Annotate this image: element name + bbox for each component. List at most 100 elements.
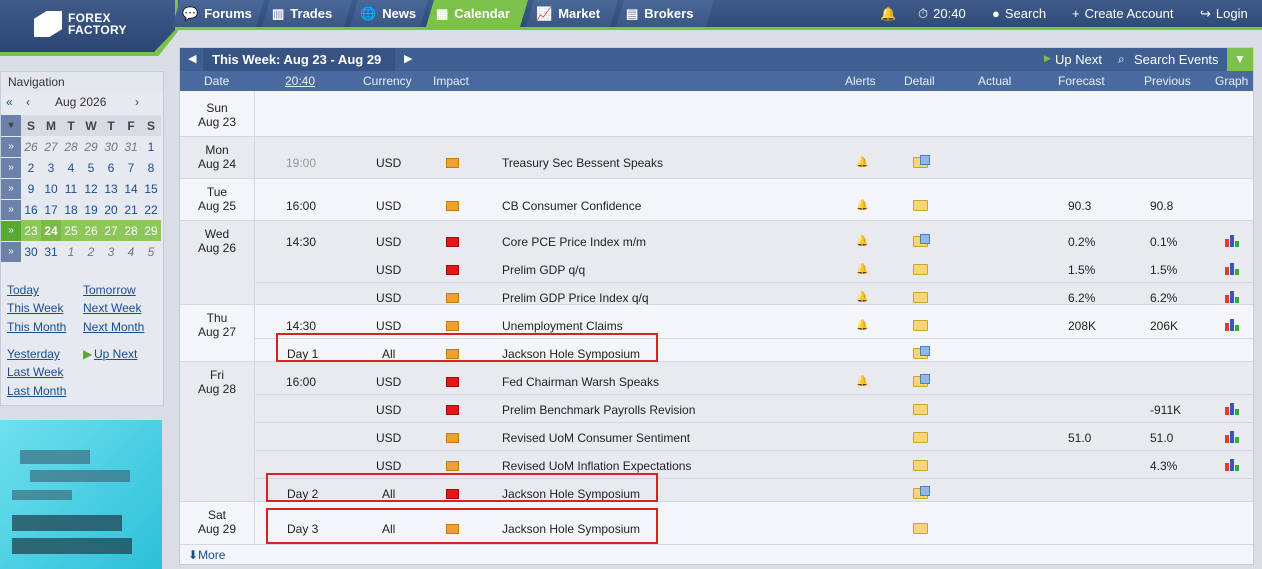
logo-area[interactable]: FOREX FACTORY — [0, 0, 175, 52]
nav-news[interactable]: 🌐 News — [350, 0, 428, 27]
calendar-day[interactable]: 11 — [61, 178, 81, 199]
graph-icon[interactable] — [1225, 290, 1240, 303]
next-week-link[interactable]: Next Week — [83, 301, 141, 315]
header-time[interactable]: 20:40 — [285, 74, 315, 88]
search-events-button[interactable]: Search Events — [1134, 52, 1219, 67]
clock-display[interactable]: ⏱ 20:40 — [918, 0, 966, 27]
event-title[interactable]: CB Consumer Confidence — [502, 199, 641, 213]
calendar-day[interactable]: 29 — [141, 220, 161, 241]
calendar-day[interactable]: 5 — [81, 157, 101, 178]
event-title[interactable]: Unemployment Claims — [502, 319, 623, 333]
today-link[interactable]: Today — [7, 283, 39, 297]
week-select-button[interactable]: » — [1, 157, 21, 179]
advertisement-banner[interactable] — [0, 420, 162, 569]
last-week-link[interactable]: Last Week — [7, 365, 63, 379]
detail-folder-icon[interactable] — [913, 200, 928, 211]
calendar-day[interactable]: 13 — [101, 178, 121, 199]
calendar-day[interactable]: 16 — [21, 199, 41, 220]
calendar-day[interactable]: 7 — [121, 157, 141, 178]
calendar-day[interactable]: 3 — [41, 157, 61, 178]
nav-forums[interactable]: 💬 Forums — [172, 0, 264, 27]
event-title[interactable]: Revised UoM Consumer Sentiment — [502, 431, 690, 445]
graph-icon[interactable] — [1225, 234, 1240, 247]
calendar-day[interactable]: 14 — [121, 178, 141, 199]
detail-folder-icon[interactable] — [913, 486, 930, 499]
up-next-button[interactable]: Up Next — [1055, 52, 1102, 67]
event-title[interactable]: Revised UoM Inflation Expectations — [502, 459, 691, 473]
nav-calendar[interactable]: ▦ Calendar — [426, 0, 528, 27]
alert-bell-icon[interactable]: 🔔 — [856, 157, 868, 168]
calendar-day[interactable]: 23 — [21, 220, 41, 241]
nav-market[interactable]: 📈 Market — [526, 0, 618, 27]
graph-icon[interactable] — [1225, 262, 1240, 275]
alert-bell-icon[interactable]: 🔔 — [856, 376, 868, 387]
nav-trades[interactable]: ▥ Trades — [262, 0, 352, 27]
week-select-button[interactable]: » — [1, 220, 21, 242]
calendar-day[interactable]: 12 — [81, 178, 101, 199]
up-next-link[interactable]: Up Next — [94, 347, 137, 361]
detail-folder-icon[interactable] — [913, 264, 928, 275]
detail-folder-icon[interactable] — [913, 292, 928, 303]
prev-year-button[interactable]: « — [6, 95, 13, 109]
alert-bell-icon[interactable]: 🔔 — [856, 236, 868, 247]
calendar-day[interactable]: 27 — [101, 220, 121, 241]
graph-icon[interactable] — [1225, 430, 1240, 443]
more-button[interactable]: ⬇More — [188, 548, 225, 562]
calendar-day[interactable]: 15 — [141, 178, 161, 199]
prev-week-arrow-icon[interactable]: ◀ — [188, 52, 196, 65]
search-button[interactable]: ● Search — [992, 0, 1046, 27]
graph-icon[interactable] — [1225, 402, 1240, 415]
alert-bell-icon[interactable]: 🔔 — [856, 264, 868, 275]
calendar-day[interactable]: 4 — [121, 241, 141, 262]
calendar-day[interactable]: 26 — [21, 136, 41, 157]
next-month-link[interactable]: Next Month — [83, 320, 144, 334]
calendar-day-today[interactable]: 24 — [41, 220, 61, 241]
calendar-day[interactable]: 5 — [141, 241, 161, 262]
calendar-day[interactable]: 9 — [21, 178, 41, 199]
calendar-day[interactable]: 6 — [101, 157, 121, 178]
this-week-link[interactable]: This Week — [7, 301, 63, 315]
detail-folder-icon[interactable] — [913, 523, 928, 534]
calendar-day[interactable]: 22 — [141, 199, 161, 220]
week-select-button[interactable]: » — [1, 241, 21, 263]
event-title[interactable]: Treasury Sec Bessent Speaks — [502, 156, 663, 170]
detail-folder-icon[interactable] — [913, 374, 930, 387]
calendar-day[interactable]: 30 — [21, 241, 41, 262]
detail-folder-icon[interactable] — [913, 432, 928, 443]
event-title[interactable]: Core PCE Price Index m/m — [502, 235, 646, 249]
calendar-day[interactable]: 28 — [121, 220, 141, 241]
calendar-day[interactable]: 20 — [101, 199, 121, 220]
detail-folder-icon[interactable] — [913, 346, 930, 359]
nav-brokers[interactable]: ▤ Brokers — [616, 0, 714, 27]
filter-icon[interactable]: ▼ — [1227, 48, 1253, 71]
tomorrow-link[interactable]: Tomorrow — [83, 283, 136, 297]
alert-bell-icon[interactable]: 🔔 — [856, 200, 868, 211]
week-select-button[interactable]: » — [1, 178, 21, 200]
calendar-day[interactable]: 29 — [81, 136, 101, 157]
event-title[interactable]: Prelim GDP Price Index q/q — [502, 291, 649, 305]
notifications-button[interactable]: 🔔 — [880, 0, 896, 27]
event-title[interactable]: Fed Chairman Warsh Speaks — [502, 375, 659, 389]
calendar-day[interactable]: 25 — [61, 220, 81, 241]
week-select-button[interactable]: » — [1, 136, 21, 158]
calendar-day[interactable]: 30 — [101, 136, 121, 157]
calendar-day[interactable]: 27 — [41, 136, 61, 157]
prev-month-button[interactable]: ‹ — [26, 95, 30, 109]
login-link[interactable]: ↪ Login — [1200, 0, 1248, 27]
calendar-day[interactable]: 26 — [81, 220, 101, 241]
alert-bell-icon[interactable]: 🔔 — [856, 292, 868, 303]
graph-icon[interactable] — [1225, 458, 1240, 471]
event-title[interactable]: Prelim Benchmark Payrolls Revision — [502, 403, 695, 417]
calendar-day[interactable]: 10 — [41, 178, 61, 199]
calendar-day[interactable]: 2 — [21, 157, 41, 178]
yesterday-link[interactable]: Yesterday — [7, 347, 60, 361]
calendar-day[interactable]: 19 — [81, 199, 101, 220]
calendar-day[interactable]: 2 — [81, 241, 101, 262]
next-week-arrow-icon[interactable]: ▶ — [404, 52, 412, 65]
calendar-day[interactable]: 1 — [141, 136, 161, 157]
detail-folder-icon[interactable] — [913, 234, 930, 247]
calendar-day[interactable]: 1 — [61, 241, 81, 262]
event-title[interactable]: Prelim GDP q/q — [502, 263, 585, 277]
graph-icon[interactable] — [1225, 318, 1240, 331]
calendar-day[interactable]: 31 — [121, 136, 141, 157]
